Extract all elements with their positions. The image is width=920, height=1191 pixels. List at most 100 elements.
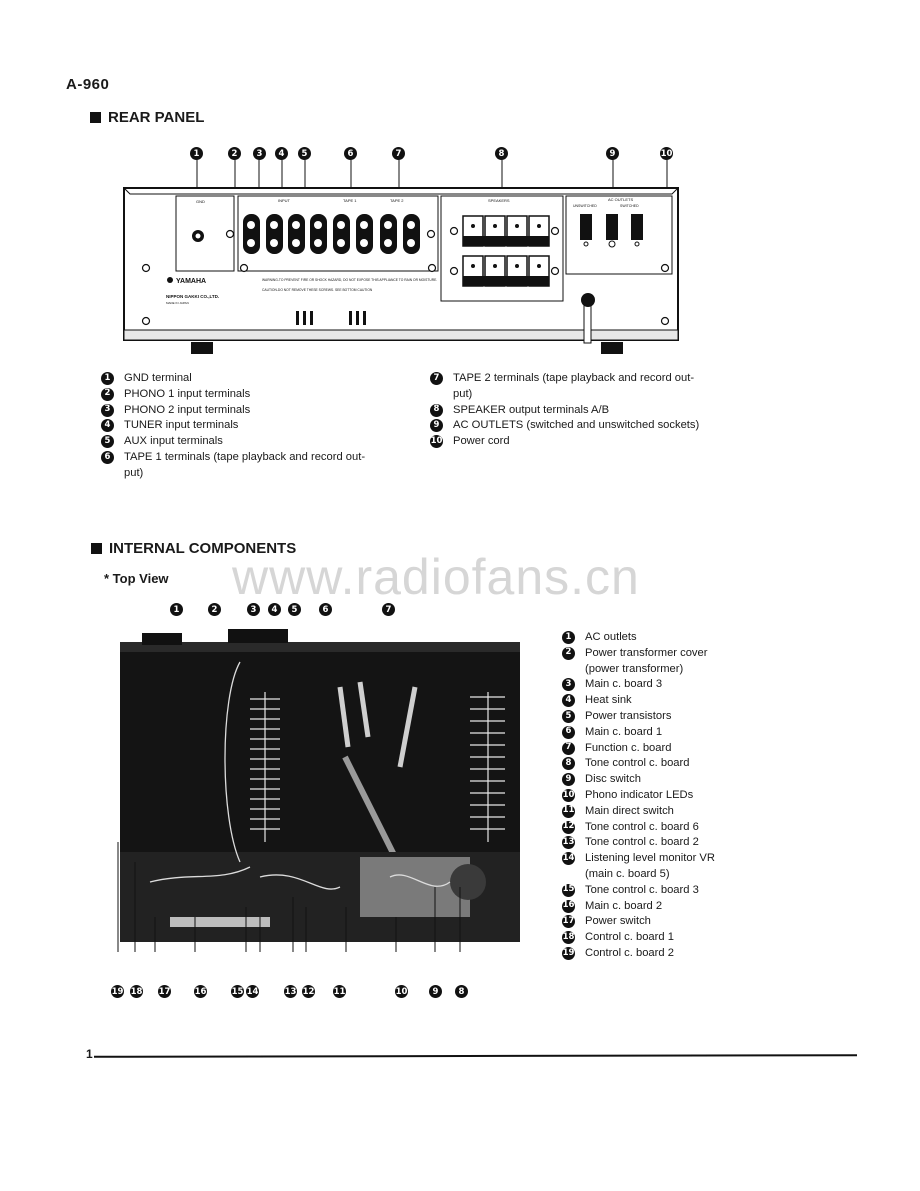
legend-text: AC outlets (585, 631, 637, 643)
legend-item: 11 Main direct switch (562, 804, 772, 820)
legend-marker: 7 (430, 372, 443, 385)
rear-panel-illustration: GND INPUT TAPE 1 TAPE 2 YAMAHA NIPPON GA… (123, 160, 679, 354)
legend-marker: 1 (562, 631, 575, 644)
legend-marker: 2 (562, 646, 575, 660)
legend-item: 8 Tone control c. board (562, 756, 772, 772)
callout-marker: 4 (268, 603, 281, 616)
legend-text: GND terminal (124, 372, 192, 384)
legend-item: 7 TAPE 2 terminals (tape playback and rec… (430, 371, 740, 403)
callout-marker: 14 (246, 985, 259, 998)
legend-text: Tone control c. board 6 (585, 820, 699, 833)
legend-item: 10 Phono indicator LEDs (562, 788, 772, 804)
callout-marker: 3 (247, 603, 260, 616)
legend-marker: 8 (562, 757, 575, 771)
legend-item: 9 Disc switch (562, 772, 772, 788)
callout-marker: 17 (158, 985, 171, 998)
legend-item: 4 TUNER input terminals (101, 418, 411, 434)
legend-item: 3 PHONO 2 input terminals (101, 403, 411, 419)
legend-marker: 10 (430, 435, 443, 449)
internal-components-legend: 1 AC outlets 2 Power transformer cover (po… (562, 630, 772, 962)
legend-text: TUNER input terminals (124, 419, 239, 432)
legend-text: AUX input terminals (124, 435, 223, 448)
callout-marker: 13 (284, 985, 297, 998)
legend-item: 18 Control c. board 1 (562, 930, 772, 946)
legend-marker: 3 (562, 678, 575, 692)
svg-text:GND: GND (196, 199, 205, 204)
svg-text:CAUTION-DO NOT REMOVE THESE SC: CAUTION-DO NOT REMOVE THESE SCREWS. SEE … (262, 288, 373, 292)
legend-item: 3 Main c. board 3 (562, 677, 772, 693)
legend-item: 7 Function c. board (562, 741, 772, 757)
legend-item: 6 TAPE 1 terminals (tape playback and rec… (101, 450, 411, 482)
legend-marker: 14 (562, 852, 575, 866)
legend-text: TAPE 1 terminals (tape playback and reco… (124, 450, 366, 479)
section-bullet-icon (90, 112, 101, 123)
legend-item: 1 AC outlets (562, 630, 772, 646)
legend-text: Main direct switch (585, 804, 674, 817)
svg-text:YAMAHA: YAMAHA (176, 278, 206, 285)
legend-marker: 11 (562, 804, 575, 818)
watermark: www.radiofans.cn (232, 549, 640, 605)
legend-item: 1 GND terminal (101, 371, 411, 387)
legend-text: Disc switch (585, 773, 641, 786)
callout-marker: 12 (302, 985, 315, 998)
legend-text: TAPE 2 terminals (tape playback and reco… (453, 372, 695, 400)
legend-marker: 8 (430, 403, 443, 417)
rear-panel-heading: REAR PANEL (90, 109, 204, 126)
legend-text: Power switch (585, 915, 651, 928)
legend-marker: 18 (562, 931, 575, 945)
legend-marker: 10 (562, 788, 575, 802)
legend-item: 14 Listening level monitor VR (main c. bo… (562, 851, 772, 883)
legend-text: PHONO 2 input terminals (124, 403, 251, 416)
legend-item: 5 Power transistors (562, 709, 772, 725)
legend-item: 6 Main c. board 1 (562, 725, 772, 741)
footer-rule (93, 1054, 858, 1058)
top-view-photo (117, 629, 520, 952)
legend-marker: 6 (562, 725, 575, 739)
legend-marker: 4 (562, 694, 575, 708)
svg-text:NIPPON GAKKI CO.,LTD.: NIPPON GAKKI CO.,LTD. (166, 294, 219, 299)
legend-item: 16 Main c. board 2 (562, 899, 772, 915)
legend-marker: 5 (562, 709, 575, 723)
rear-panel-title: REAR PANEL (108, 109, 205, 126)
legend-item: 2 Power transformer cover (power transfor… (562, 646, 772, 678)
legend-text: Main c. board 2 (585, 899, 663, 912)
callout-marker: 10 (395, 985, 408, 998)
legend-text: Main c. board 1 (585, 725, 663, 738)
svg-text:MADE IN JAPAN: MADE IN JAPAN (166, 301, 189, 305)
legend-marker: 9 (430, 419, 443, 433)
legend-text: Main c. board 3 (585, 678, 663, 691)
callout-marker: 16 (194, 985, 207, 998)
legend-text: Tone control c. board 3 (585, 883, 699, 896)
section-bullet-icon (91, 543, 102, 554)
legend-item: 19 Control c. board 2 (562, 946, 772, 962)
callout-marker: 1 (170, 603, 183, 616)
svg-text:SPEAKERS: SPEAKERS (488, 198, 510, 203)
legend-item: 2 PHONO 1 input terminals (101, 387, 411, 403)
callout-marker: 11 (333, 985, 346, 998)
legend-marker: 15 (562, 883, 575, 897)
legend-marker: 6 (101, 450, 114, 464)
model-number: A-960 (66, 76, 110, 93)
legend-text: Phono indicator LEDs (585, 788, 694, 801)
top-view-subtitle: * Top View (104, 571, 169, 586)
callout-marker: 18 (130, 985, 143, 998)
legend-marker: 4 (101, 419, 114, 433)
legend-item: 5 AUX input terminals (101, 434, 411, 450)
legend-item: 15 Tone control c. board 3 (562, 883, 772, 899)
legend-marker: 2 (101, 387, 114, 401)
legend-text: Tone control c. board (585, 757, 690, 770)
legend-text: PHONO 1 input terminals (124, 387, 251, 400)
legend-text: Power transistors (585, 709, 672, 722)
callout-marker: 8 (455, 985, 468, 998)
svg-text:TAPE 2: TAPE 2 (390, 198, 404, 203)
legend-marker: 12 (562, 820, 575, 834)
legend-marker: 7 (562, 741, 575, 755)
page-number: 1 (86, 1047, 93, 1061)
legend-item: 12 Tone control c. board 6 (562, 820, 772, 836)
legend-item: 17 Power switch (562, 914, 772, 930)
legend-item: 13 Tone control c. board 2 (562, 835, 772, 851)
legend-text: Heat sink (585, 694, 632, 707)
legend-item: 9 AC OUTLETS (switched and unswitched soc… (430, 418, 740, 434)
callout-marker: 5 (288, 603, 301, 616)
svg-text:WARNING-TO PREVENT FIRE OR SHO: WARNING-TO PREVENT FIRE OR SHOCK HAZARD,… (262, 278, 437, 282)
